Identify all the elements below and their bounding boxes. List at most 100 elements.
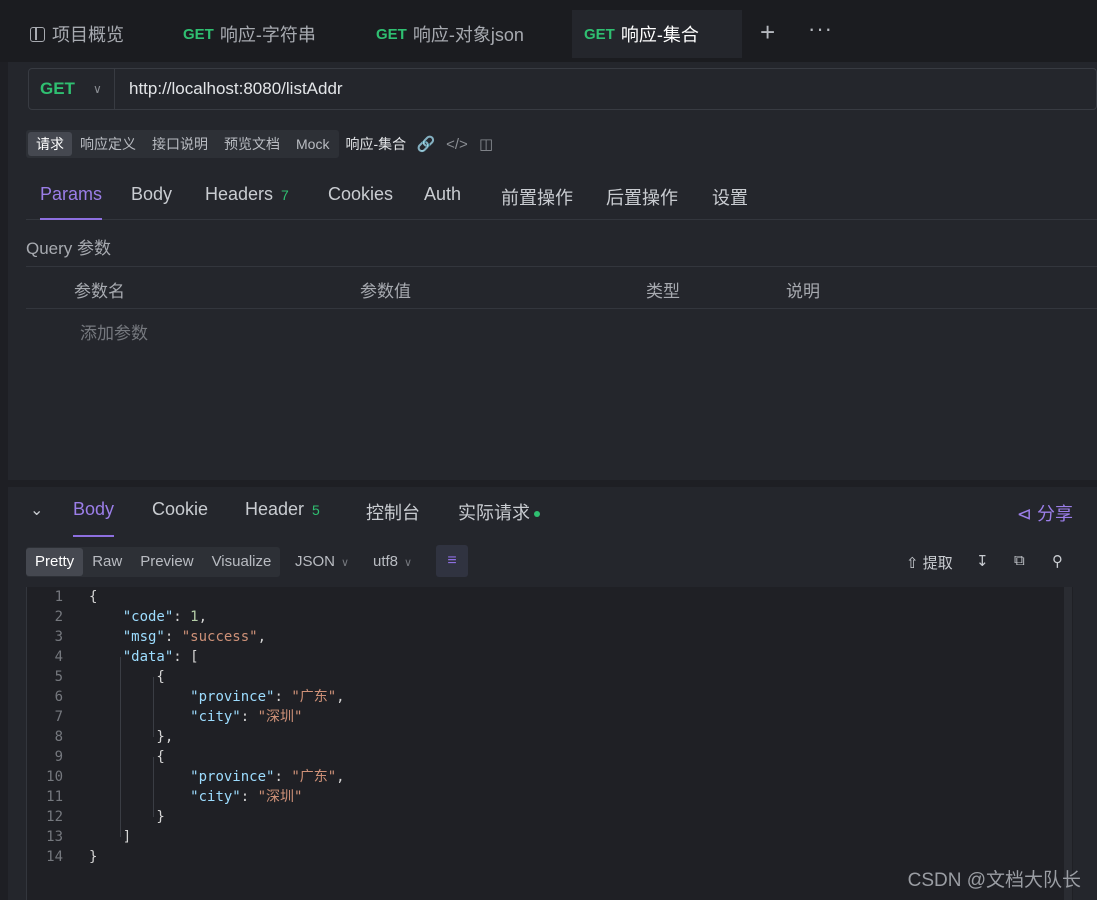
tab-headers-label: Headers <box>205 184 274 204</box>
response-tab-body[interactable]: Body <box>73 499 115 537</box>
actual-request-label: 实际请求 <box>458 503 530 523</box>
method-select[interactable]: GET ∨ <box>29 69 115 109</box>
tab-method: GET <box>376 25 407 43</box>
line-text: "code": 1, <box>122 609 208 625</box>
add-tab-button[interactable]: + <box>760 19 775 45</box>
tab-pre-processors[interactable]: 前置操作 <box>501 184 573 220</box>
chevron-down-icon: ∨ <box>341 557 350 569</box>
panel-toggle-icon[interactable]: ◫ <box>476 135 496 153</box>
mode-api-description[interactable]: 接口说明 <box>144 132 216 156</box>
tab-auth[interactable]: Auth <box>424 184 461 220</box>
share-label: 分享 <box>1037 504 1073 524</box>
extract-button[interactable]: ⇧ 提取 <box>906 552 953 573</box>
response-view-bar: Pretty Raw Preview Visualize JSON ∨ utf8 ∨… <box>26 545 1097 577</box>
tab-label: 响应-字符串 <box>219 25 316 45</box>
encoding-select[interactable]: utf8 ∨ <box>373 553 412 570</box>
tab-label: 响应-集合 <box>620 25 699 45</box>
tab-response-json[interactable]: GET 响应-对象json <box>376 10 524 58</box>
code-line: 12 } <box>27 807 1067 827</box>
code-scrollbar[interactable] <box>1064 587 1072 900</box>
mode-request[interactable]: 请求 <box>28 132 72 156</box>
format-value: JSON <box>295 553 336 570</box>
line-text: "city": "深圳" <box>190 709 303 725</box>
line-text: ] <box>89 829 132 845</box>
response-tab-console[interactable]: 控制台 <box>366 499 420 537</box>
tab-method: GET <box>183 25 214 43</box>
extract-icon: ⇧ <box>906 555 919 572</box>
column-param-value: 参数值 <box>360 282 411 301</box>
params-header-row: 参数名 参数值 类型 说明 <box>26 267 1097 309</box>
code-line: 8 }, <box>27 727 1067 747</box>
more-tabs-button[interactable]: ··· <box>808 18 833 40</box>
tab-response-string[interactable]: GET 响应-字符串 <box>183 10 316 58</box>
line-number: 7 <box>54 709 63 725</box>
line-text: "data": [ <box>122 649 199 665</box>
line-text: }, <box>89 729 174 745</box>
code-line: 13 ] <box>27 827 1067 847</box>
encoding-value: utf8 <box>373 553 399 570</box>
download-icon[interactable]: ↧ <box>976 552 989 570</box>
view-segment: Pretty Raw Preview Visualize <box>26 547 281 577</box>
request-tabs: Params Body Headers 7 Cookies Auth 前置操作 后… <box>26 172 1097 220</box>
code-line: 11 "city": "深圳" <box>27 787 1067 807</box>
tab-settings[interactable]: 设置 <box>712 184 748 220</box>
mode-preview-doc[interactable]: 预览文档 <box>216 132 288 156</box>
tab-params[interactable]: Params <box>40 184 103 220</box>
chevron-down-icon: ∨ <box>92 82 102 96</box>
view-visualize[interactable]: Visualize <box>203 548 281 576</box>
response-tab-actual-request[interactable]: 实际请求 <box>458 499 540 537</box>
line-number: 8 <box>54 729 63 745</box>
link-icon[interactable]: 🔗 <box>416 135 436 153</box>
url-input[interactable]: http://localhost:8080/listAddr <box>129 69 343 109</box>
add-param-input[interactable]: 添加参数 <box>80 319 148 344</box>
line-number: 10 <box>46 769 63 785</box>
line-text: { <box>89 589 98 605</box>
tab-post-processors[interactable]: 后置操作 <box>606 184 678 220</box>
view-pretty[interactable]: Pretty <box>26 548 84 576</box>
view-preview[interactable]: Preview <box>131 548 202 576</box>
line-number: 14 <box>46 849 63 865</box>
line-number: 2 <box>54 609 63 625</box>
mode-segment: 请求 响应定义 接口说明 预览文档 Mock <box>26 130 340 158</box>
api-name: 响应-集合 <box>345 136 407 152</box>
column-param-type: 类型 <box>646 282 680 301</box>
code-line: 4 "data": [ <box>27 647 1067 667</box>
copy-icon[interactable]: ⧉ <box>1014 552 1025 569</box>
tab-body[interactable]: Body <box>131 184 172 220</box>
format-select[interactable]: JSON ∨ <box>295 553 349 570</box>
code-icon[interactable]: </> <box>446 136 468 153</box>
overview-icon <box>30 26 45 42</box>
response-tab-header[interactable]: Header 5 <box>245 499 320 537</box>
tab-headers[interactable]: Headers 7 <box>205 184 289 220</box>
share-button[interactable]: ⊲ 分享 <box>1017 500 1073 526</box>
tab-project-overview[interactable]: 项目概览 <box>30 10 124 58</box>
line-text: "msg": "success", <box>122 629 267 645</box>
mode-response-definition[interactable]: 响应定义 <box>72 132 144 156</box>
code-line: 1{ <box>27 587 1067 607</box>
line-number: 5 <box>54 669 63 685</box>
view-raw[interactable]: Raw <box>83 548 131 576</box>
chevron-down-icon: ∨ <box>404 557 413 569</box>
response-code-viewer[interactable]: 1{2 "code": 1, 3 "msg": "success", 4 "data… <box>26 587 1073 900</box>
status-dot-icon <box>534 511 540 518</box>
word-wrap-icon[interactable]: ≡ <box>436 545 468 577</box>
response-tab-cookie[interactable]: Cookie <box>152 499 208 537</box>
line-number: 6 <box>54 689 63 705</box>
code-line: 7 "city": "深圳" <box>27 707 1067 727</box>
collapse-chevron-icon[interactable]: ⌄ <box>30 500 43 520</box>
response-panel: ⌄ Body Cookie Header 5 控制台 实际请求 ⊲ 分享 Pret… <box>8 487 1097 900</box>
response-tabs: ⌄ Body Cookie Header 5 控制台 实际请求 ⊲ 分享 <box>8 487 1097 537</box>
query-params-label: Query 参数 <box>26 239 112 258</box>
line-text: } <box>89 809 165 825</box>
line-text: { <box>89 669 165 685</box>
mode-mock[interactable]: Mock <box>288 132 337 156</box>
code-line: 9 { <box>27 747 1067 767</box>
line-number: 3 <box>54 629 63 645</box>
code-line: 2 "code": 1, <box>27 607 1067 627</box>
line-text: } <box>89 849 98 865</box>
line-number: 9 <box>54 749 63 765</box>
mode-bar: 请求 响应定义 接口说明 预览文档 Mock 响应-集合 🔗 </> ◫ <box>26 130 496 158</box>
tab-response-collection[interactable]: GET 响应-集合 <box>572 10 742 58</box>
search-icon[interactable]: ⚲ <box>1052 552 1063 570</box>
tab-cookies[interactable]: Cookies <box>328 184 393 220</box>
